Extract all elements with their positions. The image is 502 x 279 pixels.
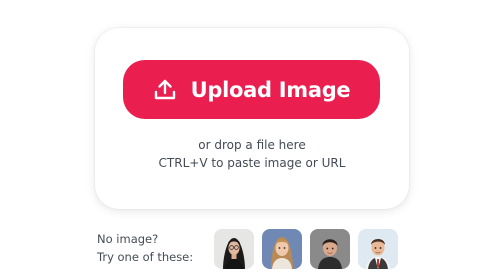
sample-image-2[interactable] — [262, 229, 302, 269]
sample-image-4[interactable] — [358, 229, 398, 269]
upload-icon — [153, 78, 177, 102]
sample-image-3[interactable] — [310, 229, 350, 269]
no-image-text: No image? — [97, 232, 159, 246]
try-these-text: Try one of these: — [97, 250, 194, 264]
paste-hint-text: CTRL+V to paste image or URL — [158, 156, 346, 170]
drop-hint-text: or drop a file here — [198, 138, 306, 152]
girl-portrait-photo — [262, 229, 302, 269]
page: Upload Image or drop a file here CTRL+V … — [0, 0, 502, 279]
upload-button-label: Upload Image — [190, 77, 351, 102]
boy-in-vest-photo — [358, 229, 398, 269]
boy-portrait-photo — [310, 229, 350, 269]
sample-image-1[interactable] — [214, 229, 254, 269]
sample-images-caption: No image? Try one of these: — [97, 230, 193, 266]
upload-image-button[interactable]: Upload Image — [123, 60, 380, 119]
woman-with-glasses-photo — [214, 229, 254, 269]
upload-dropzone[interactable]: Upload Image or drop a file here CTRL+V … — [95, 28, 409, 209]
